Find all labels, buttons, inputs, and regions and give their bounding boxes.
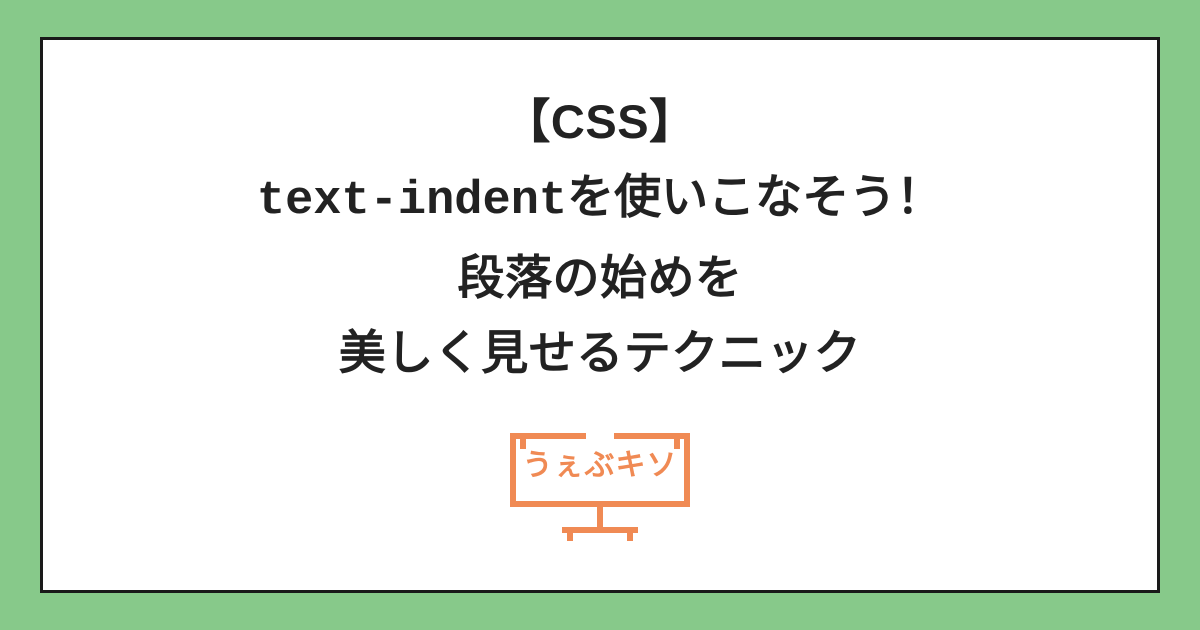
site-logo: うぇぶキソ bbox=[495, 426, 705, 546]
title-line-1: 【CSS】 bbox=[503, 95, 696, 148]
title-line-3: 段落の始めを bbox=[458, 251, 743, 304]
title-line-4: 美しく見せるテクニック bbox=[339, 326, 862, 379]
page-title: 【CSS】 text-indentを使いこなそう！ 段落の始めを 美しく見せるテ… bbox=[257, 84, 943, 390]
logo-text: うぇぶキソ bbox=[523, 440, 678, 484]
title-line-2: text-indentを使いこなそう！ bbox=[257, 175, 943, 228]
card: 【CSS】 text-indentを使いこなそう！ 段落の始めを 美しく見せるテ… bbox=[40, 37, 1160, 593]
